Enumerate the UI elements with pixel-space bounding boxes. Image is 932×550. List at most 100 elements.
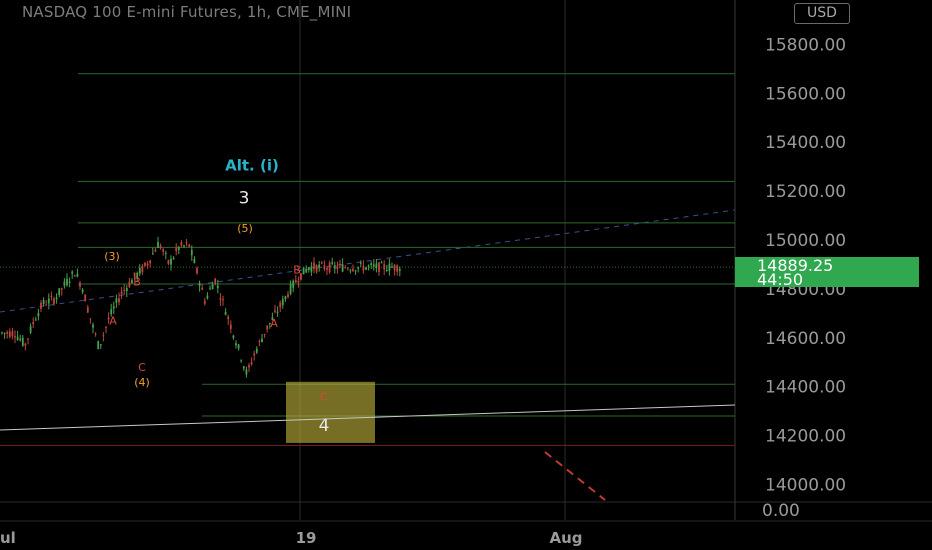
y-tick-label: 14600.00 bbox=[765, 329, 846, 349]
candle-body bbox=[172, 258, 175, 260]
wave-label: 3 bbox=[239, 189, 250, 209]
wave-label: C bbox=[138, 361, 146, 374]
y-tick-label: 15000.00 bbox=[765, 231, 846, 251]
candle-body bbox=[89, 318, 92, 320]
candle-body bbox=[19, 338, 22, 341]
candle-body bbox=[102, 335, 105, 337]
candle-body bbox=[151, 253, 154, 255]
candle-body bbox=[24, 343, 27, 346]
candle-body bbox=[258, 340, 261, 342]
candle-body bbox=[105, 326, 107, 328]
candle-body bbox=[378, 262, 380, 272]
candle-body bbox=[211, 284, 214, 290]
candle-body bbox=[250, 362, 253, 365]
wave-label: Alt. (i) bbox=[225, 157, 279, 175]
candle-body bbox=[170, 258, 172, 265]
candle-body bbox=[11, 331, 14, 337]
candle-body bbox=[21, 337, 24, 346]
candle-body bbox=[203, 300, 206, 304]
candle-body bbox=[219, 298, 222, 300]
wave-label: C bbox=[320, 390, 328, 403]
candle-body bbox=[206, 295, 209, 299]
candle-body bbox=[180, 242, 183, 246]
candle-body bbox=[60, 288, 63, 290]
candle-body bbox=[76, 273, 79, 277]
candle-body bbox=[193, 258, 196, 263]
candle-body bbox=[164, 253, 167, 255]
candle-body bbox=[310, 266, 313, 272]
candle-body bbox=[279, 302, 282, 308]
candle-body bbox=[318, 264, 321, 268]
candle-body bbox=[367, 265, 370, 267]
candle-body bbox=[349, 270, 352, 272]
y-tick-label: 14000.00 bbox=[765, 476, 846, 496]
candle-body bbox=[328, 262, 331, 272]
wave-label: (5) bbox=[237, 222, 253, 235]
candle-body bbox=[14, 336, 16, 338]
candle-body bbox=[125, 287, 128, 292]
candle-body bbox=[281, 299, 284, 306]
candle-body bbox=[362, 265, 365, 271]
candle-body bbox=[274, 310, 276, 313]
candle-body bbox=[326, 268, 328, 270]
y-tick-label: 15200.00 bbox=[765, 182, 846, 202]
candle-body bbox=[276, 311, 279, 313]
candle-body bbox=[331, 262, 334, 264]
candle-body bbox=[245, 369, 248, 375]
candle-body bbox=[92, 324, 94, 328]
candle-body bbox=[68, 281, 71, 284]
candle-body bbox=[240, 360, 243, 362]
candle-body bbox=[391, 266, 393, 268]
candle-body bbox=[396, 265, 399, 272]
candle-body bbox=[79, 282, 81, 287]
wave-label: (4) bbox=[134, 376, 150, 389]
x-tick-label: 19 bbox=[296, 529, 317, 547]
candle-body bbox=[177, 246, 180, 250]
projection-line bbox=[544, 451, 606, 501]
candle-body bbox=[248, 365, 250, 368]
candle-body bbox=[53, 298, 55, 304]
candle-body bbox=[313, 262, 315, 269]
candle-body bbox=[253, 353, 256, 356]
candle-body bbox=[50, 295, 53, 297]
candle-body bbox=[266, 325, 269, 330]
candle-body bbox=[34, 319, 37, 321]
candle-body bbox=[55, 297, 58, 300]
candle-body bbox=[209, 288, 211, 290]
candle-body bbox=[305, 269, 308, 273]
candle-body bbox=[149, 260, 152, 264]
candle-body bbox=[359, 262, 362, 264]
chart-area[interactable]: Alt. (i) 3 (5) (3) B B A A C (4) C 4 15800.00 15600.0… bbox=[0, 0, 932, 550]
candle-body bbox=[320, 262, 323, 264]
candle-body bbox=[201, 287, 204, 290]
candle-body bbox=[385, 269, 388, 272]
candle-body bbox=[99, 344, 102, 346]
wave-label: B bbox=[133, 276, 141, 289]
candle-body bbox=[162, 249, 165, 252]
candle-body bbox=[216, 285, 219, 288]
candle-body bbox=[380, 262, 383, 264]
candle-body bbox=[141, 265, 144, 273]
last-price-tag: 14889.25 44:50 bbox=[735, 257, 919, 288]
candle-body bbox=[115, 298, 118, 303]
y-tick-label: 15600.00 bbox=[765, 84, 846, 104]
candle-body bbox=[66, 278, 68, 286]
candle-body bbox=[167, 260, 170, 264]
candle-body bbox=[255, 348, 258, 353]
candle-body bbox=[154, 249, 157, 252]
candle-body bbox=[40, 302, 42, 309]
wave-label: 4 bbox=[319, 416, 330, 436]
y-tick-label: 14200.00 bbox=[765, 427, 846, 447]
candle-body bbox=[222, 299, 224, 301]
candle-body bbox=[292, 280, 295, 288]
candle-body bbox=[235, 343, 237, 346]
candle-body bbox=[341, 264, 344, 272]
candle-body bbox=[3, 332, 6, 334]
currency-button[interactable]: USD bbox=[794, 3, 850, 24]
wave-label: A bbox=[270, 317, 278, 330]
candle-body bbox=[196, 267, 198, 274]
candle-body bbox=[370, 263, 373, 265]
candle-body bbox=[284, 296, 287, 300]
candle-body bbox=[263, 333, 266, 336]
candle-body bbox=[183, 245, 185, 247]
